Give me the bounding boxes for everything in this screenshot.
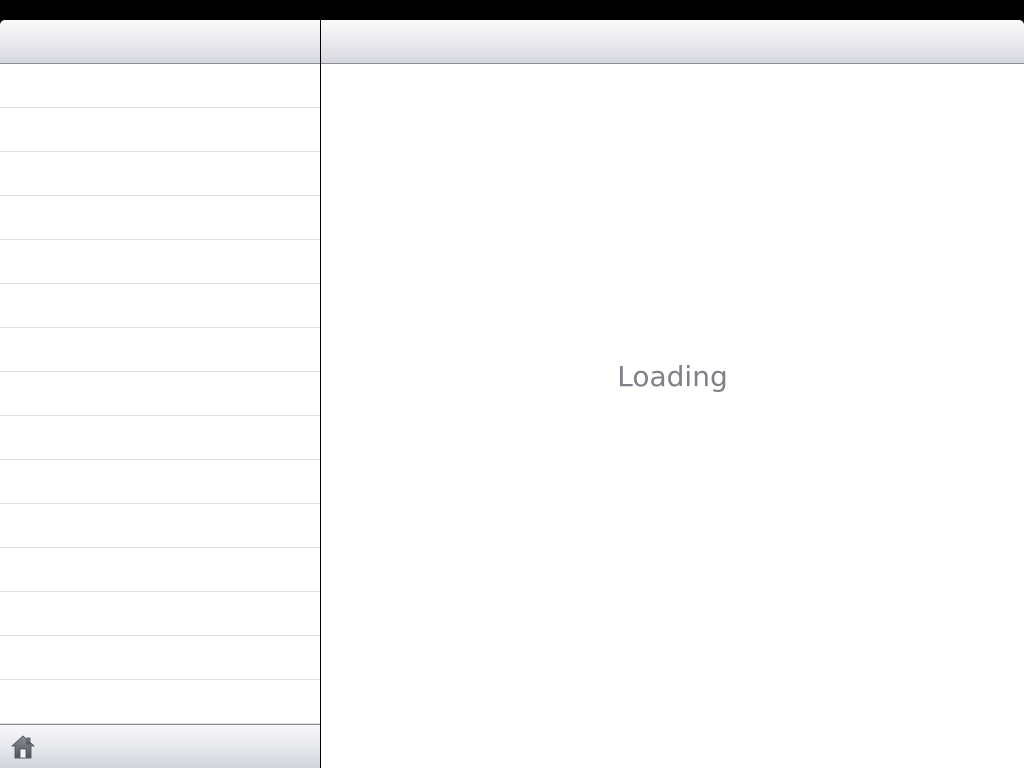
list-item[interactable]	[0, 416, 320, 460]
status-bar	[0, 0, 1024, 20]
master-list	[0, 64, 320, 724]
list-item[interactable]	[0, 240, 320, 284]
master-pane	[0, 20, 320, 768]
list-item[interactable]	[0, 548, 320, 592]
list-item[interactable]	[0, 284, 320, 328]
master-toolbar	[0, 724, 320, 768]
home-button[interactable]	[10, 733, 36, 759]
app-screen: Loading	[0, 0, 1024, 768]
list-item[interactable]	[0, 152, 320, 196]
detail-pane: Loading	[321, 20, 1024, 768]
loading-label: Loading	[617, 360, 728, 393]
master-navigation-bar	[0, 20, 320, 64]
list-item[interactable]	[0, 108, 320, 152]
list-item[interactable]	[0, 680, 320, 724]
list-item[interactable]	[0, 196, 320, 240]
detail-navigation-bar	[321, 20, 1024, 64]
list-item[interactable]	[0, 372, 320, 416]
list-item[interactable]	[0, 636, 320, 680]
list-item[interactable]	[0, 592, 320, 636]
list-item[interactable]	[0, 460, 320, 504]
list-item[interactable]	[0, 64, 320, 108]
home-icon	[11, 735, 35, 759]
list-item[interactable]	[0, 504, 320, 548]
list-item[interactable]	[0, 328, 320, 372]
